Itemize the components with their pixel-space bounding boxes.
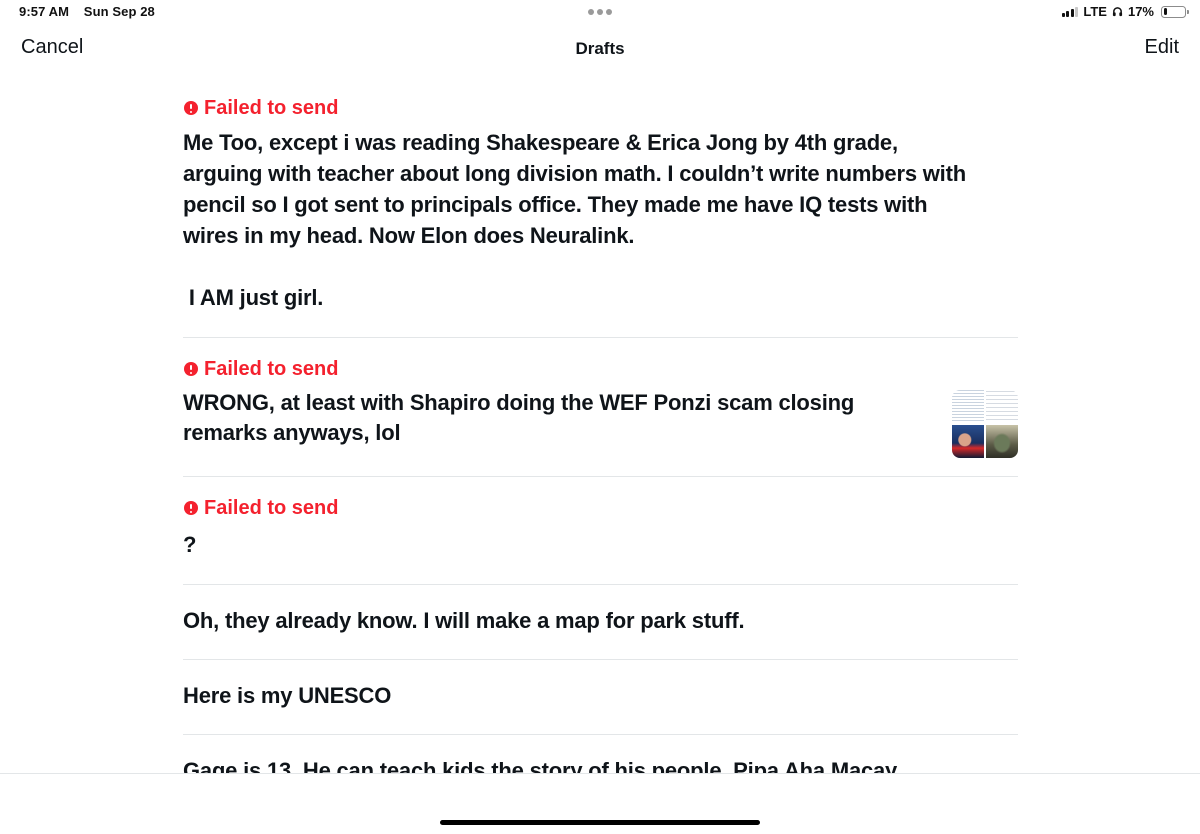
draft-text: Oh, they already know. I will make a map…: [183, 608, 745, 633]
error-icon: [184, 101, 198, 115]
dot-icon: [597, 9, 603, 15]
failed-label: Failed to send: [204, 96, 339, 119]
status-indicators: LTE 17%: [1061, 4, 1189, 19]
draft-text: Gage is 13. He can teach kids the story …: [183, 758, 898, 773]
draft-item[interactable]: Gage is 13. He can teach kids the story …: [183, 735, 1018, 773]
failed-status: Failed to send: [183, 93, 1018, 123]
failed-label: Failed to send: [204, 357, 339, 380]
status-date: Sun Sep 28: [83, 4, 155, 19]
error-icon: [184, 362, 198, 376]
failed-status: Failed to send: [183, 354, 1018, 384]
draft-text: WRONG, at least with Shapiro doing the W…: [183, 390, 855, 445]
drafts-list[interactable]: Failed to send Me Too, except i was read…: [183, 76, 1018, 773]
draft-item[interactable]: Failed to send Me Too, except i was read…: [183, 76, 1018, 338]
network-label: LTE: [1083, 4, 1107, 19]
media-thumbnail[interactable]: [952, 390, 1018, 458]
page-title: Drafts: [575, 39, 625, 58]
draft-item[interactable]: Failed to send ?: [183, 477, 1018, 585]
cellular-signal-icon: [1061, 6, 1079, 17]
failed-status: Failed to send: [183, 493, 1018, 523]
failed-label: Failed to send: [204, 496, 339, 519]
multitasking-dots[interactable]: [588, 9, 612, 15]
dot-icon: [588, 9, 594, 15]
draft-text: ?: [183, 532, 197, 557]
draft-item[interactable]: Failed to send WRONG, at least with Shap…: [183, 338, 1018, 477]
error-icon: [184, 501, 198, 515]
battery-level-fill: [1163, 8, 1167, 15]
status-time: 9:57 AM: [19, 4, 70, 19]
nav-bar: Cancel Drafts Edit: [0, 24, 1200, 76]
draft-item[interactable]: Here is my UNESCO: [183, 660, 1018, 735]
edit-button[interactable]: Edit: [1145, 36, 1179, 59]
photo-thumbnail: [952, 425, 984, 458]
battery-icon: [1161, 5, 1189, 18]
bottom-divider: [0, 773, 1200, 774]
draft-text: Me Too, except i was reading Shakespeare…: [183, 130, 966, 310]
dot-icon: [606, 9, 612, 15]
screenshot-thumbnail: [986, 390, 1018, 423]
screenshot-thumbnail: [952, 390, 984, 423]
status-bar: 9:57 AM Sun Sep 28 LTE 17%: [0, 0, 1200, 24]
headphones-icon: [1112, 7, 1123, 17]
draft-text: Here is my UNESCO: [183, 683, 392, 708]
home-indicator[interactable]: [440, 820, 760, 825]
draft-item[interactable]: Oh, they already know. I will make a map…: [183, 585, 1018, 660]
photo-thumbnail: [986, 425, 1018, 458]
status-time-date: 9:57 AM Sun Sep 28: [19, 4, 155, 19]
battery-percent: 17%: [1127, 4, 1154, 19]
